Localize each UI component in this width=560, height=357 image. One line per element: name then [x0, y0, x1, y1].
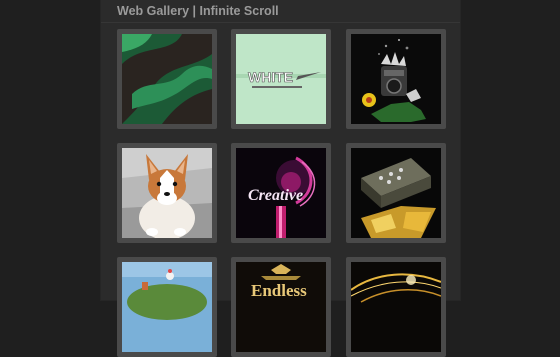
creative-image: Creative [236, 148, 326, 238]
page-title: Web Gallery | Infinite Scroll [117, 4, 279, 18]
gallery-thumbnail-corgi[interactable] [117, 143, 217, 243]
gallery-thumbnail-creative[interactable]: Creative [231, 143, 331, 243]
white-logo-text: WHITE [248, 69, 293, 85]
light-streaks-image [351, 262, 441, 352]
gallery-thumbnail-camera-splash[interactable] [346, 29, 446, 129]
corgi-image [122, 148, 212, 238]
gallery-thumbnail-light-streaks[interactable] [346, 257, 446, 357]
gallery-thumbnail-green-swirl[interactable] [117, 29, 217, 129]
typewriter-image [351, 148, 441, 238]
white-logo-image: WHITE [236, 34, 326, 124]
gallery-container: Web Gallery | Infinite Scroll WHITE Crea… [101, 0, 460, 357]
endless-text: Endless [251, 281, 307, 300]
gallery-thumbnail-white-logo[interactable]: WHITE [231, 29, 331, 129]
endless-image: Endless [236, 262, 326, 352]
creative-text: Creative [248, 187, 303, 204]
camera-splash-image [351, 34, 441, 124]
planet-image [122, 262, 212, 352]
green-swirl-image [122, 34, 212, 124]
gallery-thumbnail-planet[interactable] [117, 257, 217, 357]
gallery-thumbnail-endless[interactable]: Endless [231, 257, 331, 357]
page-header: Web Gallery | Infinite Scroll [101, 0, 460, 23]
gallery-thumbnail-typewriter[interactable] [346, 143, 446, 243]
